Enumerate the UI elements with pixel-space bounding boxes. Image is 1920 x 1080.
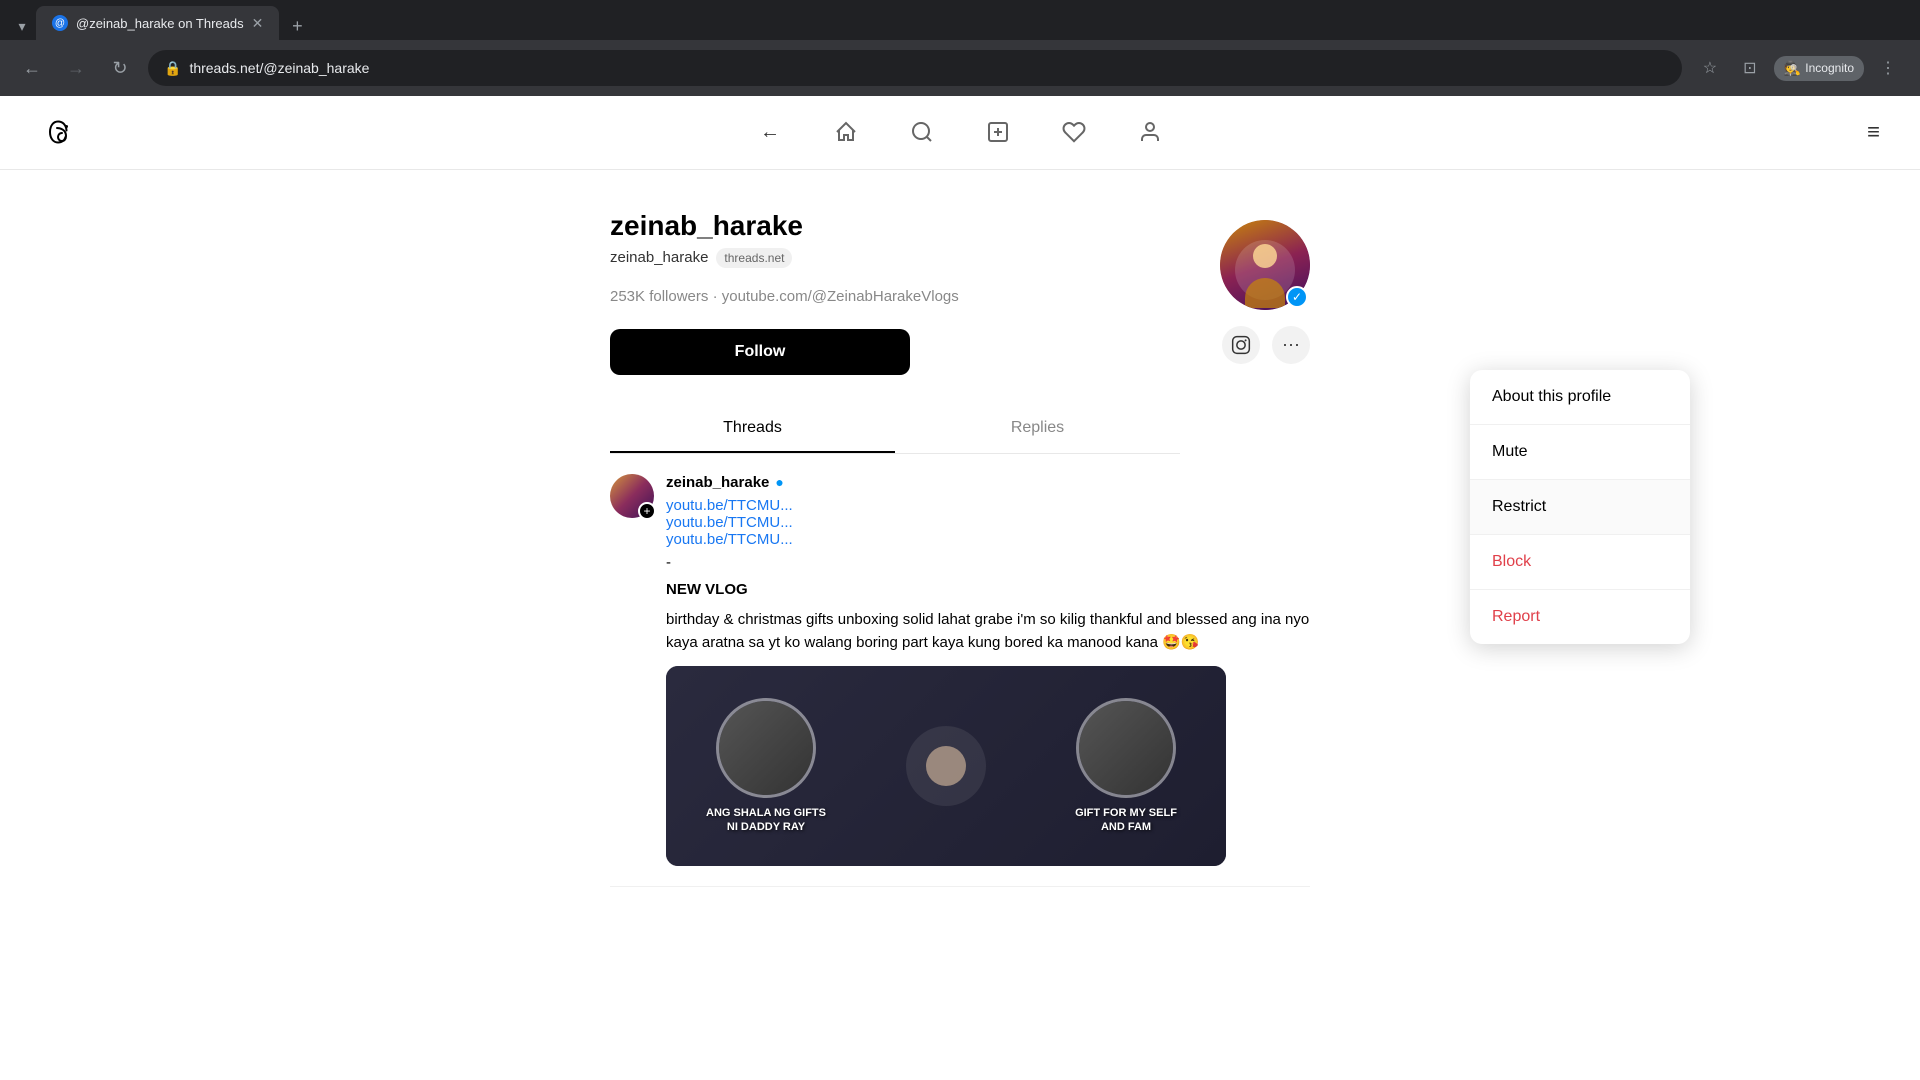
incognito-label: Incognito	[1805, 61, 1854, 75]
thread-title: NEW VLOG	[666, 579, 1310, 602]
url-display: threads.net/@zeinab_harake	[189, 60, 369, 76]
follow-button[interactable]: Follow	[610, 329, 910, 375]
center-content: zeinab_harake zeinab_harake threads.net …	[610, 170, 1310, 888]
more-options-button[interactable]: ···	[1272, 326, 1310, 364]
tab-replies[interactable]: Replies	[895, 405, 1180, 453]
incognito-icon: 🕵	[1784, 60, 1801, 77]
more-button[interactable]: ⋮	[1872, 52, 1904, 84]
tab-favicon: @	[52, 15, 68, 31]
new-tab-button[interactable]: +	[283, 12, 311, 40]
followers-count[interactable]: 253K followers	[610, 288, 708, 305]
thread-link-2[interactable]: youtu.be/TTCMU...	[666, 514, 1310, 531]
lock-icon: 🔒	[164, 60, 181, 77]
bookmark-button[interactable]: ☆	[1694, 52, 1726, 84]
thread-avatar[interactable]: +	[610, 474, 654, 518]
profile-handle-row: zeinab_harake threads.net	[610, 248, 1180, 268]
nav-right: ≡	[1867, 119, 1880, 145]
dropdown-restrict[interactable]: Restrict	[1470, 480, 1690, 535]
tab-threads[interactable]: Threads	[610, 405, 895, 453]
nav-icons: ←	[752, 114, 1168, 150]
threads-logo[interactable]	[40, 111, 82, 153]
dropdown-menu: About this profile Mute Restrict Block R…	[1470, 370, 1690, 644]
follow-avatar-button[interactable]: +	[638, 502, 656, 520]
profile-right: ✓ ···	[1220, 210, 1310, 454]
compose-nav-button[interactable]	[980, 114, 1016, 150]
forward-button[interactable]: →	[60, 52, 92, 84]
back-button[interactable]: ←	[16, 52, 48, 84]
thread-content: zeinab_harake ● youtu.be/TTCMU... youtu.…	[666, 474, 1310, 867]
profile-info: zeinab_harake zeinab_harake threads.net …	[610, 210, 1220, 454]
incognito-badge: 🕵 Incognito	[1774, 56, 1864, 81]
profile-header: zeinab_harake zeinab_harake threads.net …	[610, 170, 1310, 454]
tab-bar: ▾ @ @zeinab_harake on Threads ✕ +	[0, 0, 1920, 40]
nav-actions: ☆ ⊡ 🕵 Incognito ⋮	[1694, 52, 1904, 84]
thread-link-3[interactable]: youtu.be/TTCMU...	[666, 531, 1310, 548]
page-content: ←	[0, 96, 1920, 1080]
thread-header: zeinab_harake ●	[666, 474, 1310, 491]
profile-username: zeinab_harake	[610, 210, 1180, 242]
reload-button[interactable]: ↻	[104, 52, 136, 84]
address-bar[interactable]: 🔒 threads.net/@zeinab_harake	[148, 50, 1682, 86]
profile-social-links: ···	[1222, 326, 1310, 364]
thread-separator: -	[666, 554, 1310, 571]
profile-domain-badge: threads.net	[716, 248, 792, 268]
threads-feed: + zeinab_harake ● youtu.be/TTCMU... yout…	[610, 454, 1310, 888]
home-nav-button[interactable]	[828, 114, 864, 150]
activity-nav-button[interactable]	[1056, 114, 1092, 150]
profile-avatar-container: ✓	[1220, 220, 1310, 310]
thread-post: + zeinab_harake ● youtu.be/TTCMU... yout…	[610, 454, 1310, 888]
thread-username[interactable]: zeinab_harake	[666, 474, 769, 491]
profile-nav-button[interactable]	[1132, 114, 1168, 150]
thread-links: youtu.be/TTCMU... youtu.be/TTCMU... yout…	[666, 497, 1310, 548]
profile-switcher-button[interactable]: ⊡	[1734, 52, 1766, 84]
main-layout: zeinab_harake zeinab_harake threads.net …	[0, 170, 1920, 1080]
threads-navbar: ←	[0, 96, 1920, 170]
instagram-link-button[interactable]	[1222, 326, 1260, 364]
image-label-1: ANG SHALA NG GIFTS NI DADDY RAY	[706, 806, 826, 835]
dropdown-mute[interactable]: Mute	[1470, 425, 1690, 480]
thread-verified-icon: ●	[775, 474, 783, 490]
dropdown-about-profile[interactable]: About this profile	[1470, 370, 1690, 425]
stats-separator: ·	[713, 288, 722, 305]
dropdown-report[interactable]: Report	[1470, 590, 1690, 644]
tab-close-button[interactable]: ✕	[252, 15, 264, 32]
dropdown-block[interactable]: Block	[1470, 535, 1690, 590]
tab-title: @zeinab_harake on Threads	[76, 16, 244, 31]
thread-link-1[interactable]: youtu.be/TTCMU...	[666, 497, 1310, 514]
profile-tabs: Threads Replies	[610, 405, 1180, 454]
back-nav-button[interactable]: ←	[752, 114, 788, 150]
active-tab[interactable]: @ @zeinab_harake on Threads ✕	[36, 6, 279, 40]
verified-badge: ✓	[1286, 286, 1308, 308]
image-label-2: GIFT FOR MY SELF AND FAM	[1066, 806, 1186, 835]
profile-stats: 253K followers · youtube.com/@ZeinabHara…	[610, 288, 1180, 305]
youtube-link[interactable]: youtube.com/@ZeinabHarakeVlogs	[722, 288, 959, 305]
nav-bar: ← → ↻ 🔒 threads.net/@zeinab_harake ☆ ⊡ 🕵…	[0, 40, 1920, 96]
browser-chrome: ▾ @ @zeinab_harake on Threads ✕ + ← → ↻ …	[0, 0, 1920, 96]
search-nav-button[interactable]	[904, 114, 940, 150]
thread-body: birthday & christmas gifts unboxing soli…	[666, 609, 1310, 654]
thread-video-thumbnail[interactable]: ANG SHALA NG GIFTS NI DADDY RAY	[666, 666, 1226, 866]
hamburger-menu-button[interactable]: ≡	[1867, 119, 1880, 145]
profile-handle: zeinab_harake	[610, 249, 708, 266]
tab-list-dropdown[interactable]: ▾	[8, 12, 36, 40]
